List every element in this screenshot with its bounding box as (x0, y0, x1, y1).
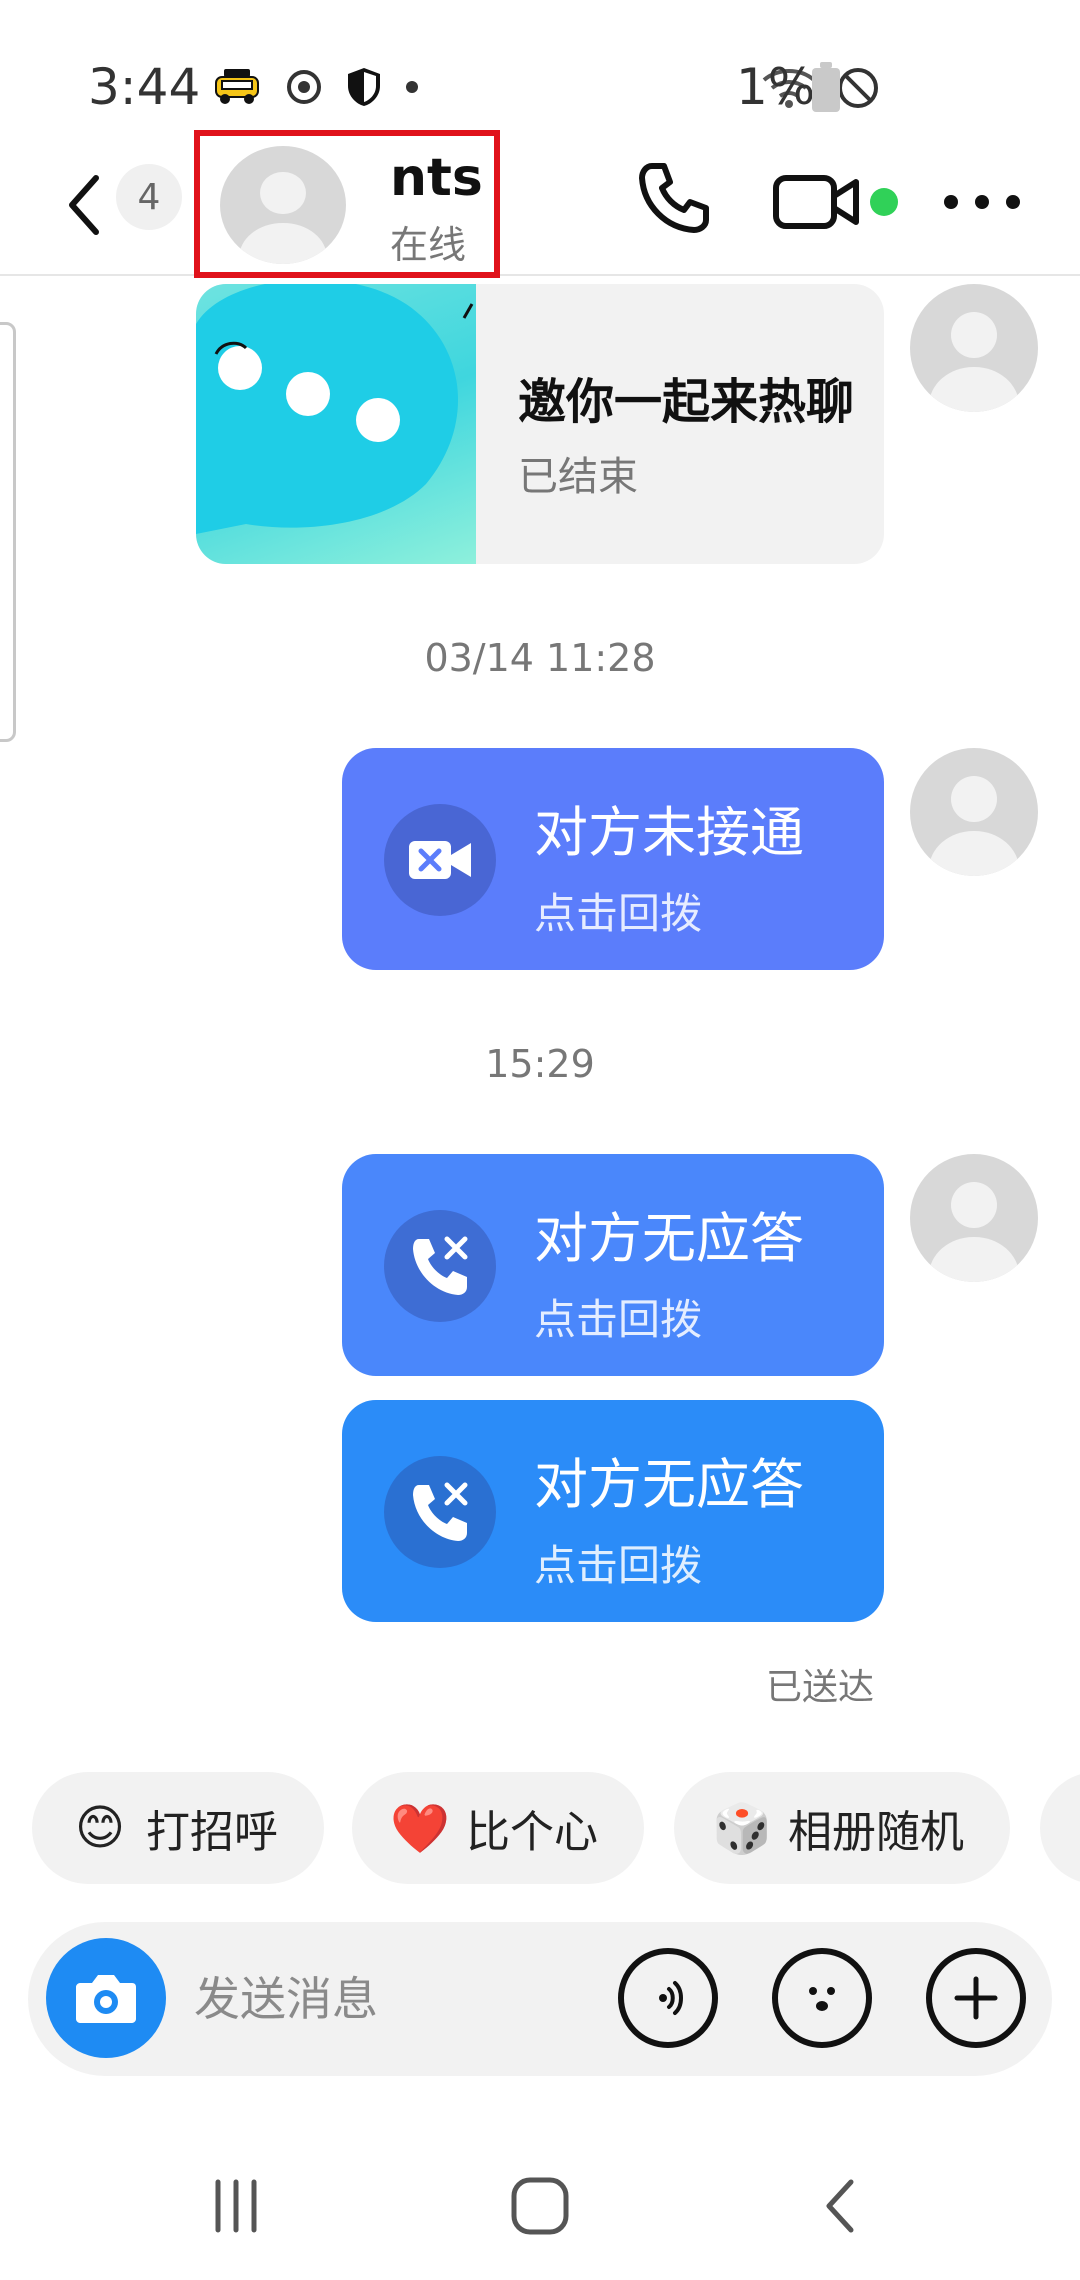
smile-icon: 😊 (74, 1800, 126, 1856)
video-off-icon (409, 841, 471, 879)
heart-icon: ❤️ (390, 1800, 450, 1857)
home-button[interactable] (500, 2166, 580, 2246)
user-avatar[interactable] (910, 748, 1038, 876)
call-status-text: 对方无应答 (534, 1207, 804, 1270)
add-attachment-button[interactable] (926, 1948, 1026, 2048)
invite-card[interactable]: 邀你一起来热聊 已结束 (196, 284, 884, 564)
back-nav-button[interactable] (800, 2166, 880, 2246)
call-status-text: 对方未接通 (534, 801, 804, 864)
invite-title: 邀你一起来热聊 (518, 374, 855, 430)
missed-voice-call-bubble[interactable]: 对方无应答 点击回拨 (342, 1400, 884, 1622)
message-timestamp: 03/14 11:28 (424, 636, 656, 680)
battery-percent: 1% (736, 58, 816, 116)
quick-reply-heart[interactable]: ❤️ 比个心 (352, 1772, 644, 1884)
system-nav-bar (0, 2130, 1080, 2280)
quick-reply-random-album[interactable]: 🎲 相册随机 (674, 1772, 1010, 1884)
camera-icon (76, 1975, 136, 2023)
taxi-icon (215, 69, 259, 104)
call-status-text: 对方无应答 (534, 1453, 804, 1516)
message-timestamp: 15:29 (485, 1042, 595, 1086)
back-icon (826, 2179, 854, 2233)
status-time: 3:44 (88, 58, 201, 116)
quick-reply-greet[interactable]: 😊 打招呼 (32, 1772, 324, 1884)
voice-call-button[interactable] (634, 158, 714, 238)
more-icon (944, 195, 958, 209)
unread-count-badge: 4 (116, 164, 182, 230)
message-input[interactable] (194, 1952, 614, 2046)
contact-online-status: 在线 (390, 223, 467, 267)
quick-reply-bar: 😊 打招呼 ❤️ 比个心 🎲 相册随机 (32, 1772, 1080, 1888)
plus-icon (954, 1976, 998, 2020)
user-avatar[interactable] (910, 284, 1038, 412)
contact-avatar[interactable] (220, 146, 346, 264)
phone-missed-icon (413, 1236, 468, 1295)
quick-reply-more[interactable] (1040, 1772, 1080, 1884)
emoji-button[interactable] (772, 1948, 872, 2048)
quick-reply-label: 打招呼 (146, 1807, 278, 1858)
chat-header: 4 nts 在线 (0, 130, 1080, 278)
call-back-text: 点击回拨 (534, 889, 703, 938)
sync-icon (287, 70, 321, 104)
invite-status: 已结束 (518, 454, 638, 500)
chat-bubble-illustration (196, 284, 476, 564)
camera-button[interactable] (46, 1938, 166, 2058)
voice-icon (659, 1981, 683, 2015)
battery-icon (812, 62, 840, 112)
missed-voice-call-bubble[interactable]: 对方无应答 点击回拨 (342, 1154, 884, 1376)
do-not-disturb-icon (838, 68, 878, 108)
message-composer (28, 1922, 1052, 2076)
video-call-button[interactable] (772, 172, 862, 232)
recent-apps-icon (215, 2179, 257, 2233)
home-icon (511, 2177, 569, 2235)
user-avatar[interactable] (910, 1154, 1038, 1282)
contact-name: nts (390, 148, 483, 208)
call-back-text: 点击回拨 (534, 1541, 703, 1590)
delivered-status: 已送达 (766, 1667, 875, 1708)
dice-icon: 🎲 (712, 1800, 772, 1857)
quick-reply-label: 相册随机 (788, 1807, 964, 1858)
recent-apps-button[interactable] (196, 2166, 276, 2246)
video-icon (773, 175, 859, 229)
voice-message-button[interactable] (618, 1948, 718, 2048)
shield-icon (348, 68, 380, 106)
call-back-text: 点击回拨 (534, 1295, 703, 1344)
online-indicator (870, 188, 898, 216)
phone-icon (639, 163, 709, 233)
missed-video-call-bubble[interactable]: 对方未接通 点击回拨 (342, 748, 884, 970)
more-button[interactable] (944, 190, 1020, 214)
dot-icon (406, 81, 418, 93)
back-button[interactable] (60, 170, 110, 240)
chevron-left-icon (69, 175, 99, 235)
emoji-icon (809, 1987, 835, 2011)
status-bar: 3:44 1% (0, 0, 1080, 130)
quick-reply-label: 比个心 (466, 1807, 598, 1858)
phone-missed-icon (413, 1482, 468, 1541)
